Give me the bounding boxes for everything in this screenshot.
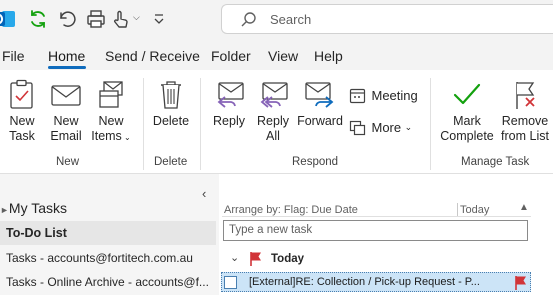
group-label-manage-task: Manage Task	[461, 156, 530, 168]
task-subject: [External]RE: Collection / Pick-up Reque…	[249, 276, 480, 288]
new-items-label-2: Items ⌄	[88, 129, 134, 145]
group-divider	[430, 78, 431, 170]
new-items-icon	[99, 81, 123, 108]
new-items-label-text: Items	[91, 129, 122, 143]
navigation-pane: ►My Tasks To-Do List Tasks - accounts@fo…	[0, 174, 219, 295]
group-collapse-icon[interactable]: ⌄	[230, 251, 239, 264]
tab-send-receive[interactable]: Send / Receive	[105, 48, 200, 64]
new-task-input[interactable]: Type a new task	[223, 220, 528, 241]
new-task-label-2: Task	[9, 129, 35, 143]
meeting-icon	[349, 88, 366, 104]
nav-item-tasks-accounts[interactable]: Tasks - accounts@fortitech.com.au	[0, 248, 216, 268]
arrange-bar[interactable]: Arrange by: Flag: Due Date Today ▲	[222, 202, 531, 217]
sync-icon[interactable]	[27, 8, 49, 30]
reply-all-icon	[260, 82, 288, 108]
my-tasks-header[interactable]: ►My Tasks	[0, 200, 67, 216]
more-icon	[349, 120, 366, 136]
touch-mode-chevron-icon[interactable]: ⌵	[133, 12, 140, 23]
new-email-icon	[51, 85, 81, 106]
remove-label-2: from List	[501, 129, 549, 143]
reply-all-label-1: Reply	[257, 114, 289, 128]
group-divider	[143, 78, 144, 170]
tab-home[interactable]: Home	[48, 48, 85, 64]
customize-quick-access-icon[interactable]	[152, 8, 174, 30]
tab-folder[interactable]: Folder	[211, 48, 251, 64]
new-items-label-1: New	[98, 114, 124, 128]
new-email-label-2: Email	[50, 129, 82, 143]
remove-label-1: Remove	[501, 114, 549, 128]
reply-icon	[217, 82, 244, 108]
mark-complete-button[interactable]: Mark Complete	[438, 79, 496, 144]
nav-item-tasks-online-archive[interactable]: Tasks - Online Archive - accounts@f...	[0, 272, 216, 292]
remove-flag-icon	[516, 82, 535, 109]
expand-chevron-icon: ►	[0, 205, 9, 215]
group-label-new: New	[56, 156, 80, 168]
group-label-respond: Respond	[292, 156, 339, 168]
delete-label: Delete	[152, 114, 190, 128]
undo-icon[interactable]	[56, 8, 78, 30]
tab-view[interactable]: View	[268, 48, 298, 64]
forward-label: Forward	[297, 114, 343, 128]
task-flag-icon[interactable]	[514, 275, 528, 295]
forward-button[interactable]: Forward	[296, 79, 344, 129]
forward-icon	[305, 82, 334, 108]
new-items-chevron-icon: ⌄	[121, 133, 131, 142]
more-label: More	[371, 120, 402, 135]
new-task-icon	[10, 79, 33, 109]
outlook-app-icon[interactable]	[0, 8, 15, 30]
flag-icon	[249, 251, 263, 272]
remove-from-list-button[interactable]: Remove from List	[499, 79, 551, 144]
search-input[interactable]: Search	[270, 12, 311, 27]
arrange-by-label[interactable]: Arrange by: Flag: Due Date	[224, 204, 358, 216]
delete-icon	[161, 81, 181, 109]
ribbon: New Task New Email New Items ⌄ New Delet…	[0, 70, 553, 174]
search-icon	[240, 11, 258, 34]
reply-all-button[interactable]: Reply All	[253, 79, 293, 144]
new-task-button[interactable]: New Task	[0, 79, 44, 144]
mark-complete-label-2: Complete	[440, 129, 494, 143]
new-items-button[interactable]: New Items ⌄	[88, 79, 134, 145]
touch-mode-icon[interactable]	[110, 8, 132, 30]
new-email-label-1: New	[53, 114, 79, 128]
sort-direction-icon[interactable]: ▲	[519, 202, 529, 213]
task-row[interactable]: [External]RE: Collection / Pick-up Reque…	[221, 272, 531, 292]
my-tasks-label: My Tasks	[8, 200, 68, 216]
new-task-label-1: New	[9, 114, 35, 128]
meeting-button[interactable]: Meeting	[349, 87, 418, 107]
more-respond-button[interactable]: More ⌄	[349, 119, 412, 139]
more-chevron-icon: ⌄	[404, 122, 413, 132]
checkmark-icon	[453, 83, 481, 105]
search-box[interactable]: Search	[221, 4, 553, 34]
group-today-label: Today	[271, 253, 305, 265]
active-tab-indicator	[48, 66, 86, 69]
collapse-pane-icon[interactable]: ‹	[202, 186, 206, 201]
nav-item-to-do-list[interactable]: To-Do List	[0, 221, 216, 245]
reply-button[interactable]: Reply	[208, 79, 250, 129]
title-bar: ⌵ Search	[0, 0, 553, 38]
group-divider	[200, 78, 201, 170]
group-label-delete: Delete	[154, 156, 188, 168]
mark-complete-label-1: Mark	[453, 114, 481, 128]
reply-all-label-2: All	[266, 129, 280, 143]
group-header-today[interactable]: ⌄ Today	[222, 248, 531, 270]
new-email-button[interactable]: New Email	[46, 79, 86, 144]
task-complete-checkbox[interactable]	[224, 276, 237, 289]
meeting-label: Meeting	[371, 88, 418, 103]
tab-help[interactable]: Help	[314, 48, 343, 64]
reply-label: Reply	[213, 114, 245, 128]
column-divider	[457, 203, 458, 216]
print-icon[interactable]	[85, 8, 107, 30]
new-task-placeholder: Type a new task	[229, 224, 313, 236]
tab-file[interactable]: File	[2, 48, 25, 64]
delete-button[interactable]: Delete	[150, 79, 192, 129]
sort-today-label[interactable]: Today	[460, 204, 489, 216]
